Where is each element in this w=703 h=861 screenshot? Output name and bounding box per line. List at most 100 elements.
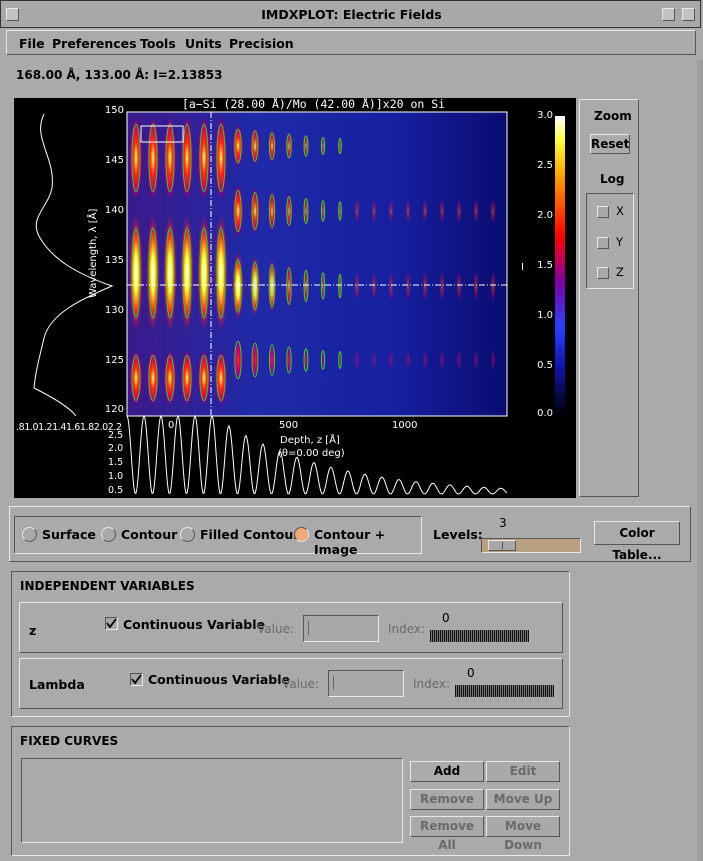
x-axis-sublabel: (θ=0.00 deg)	[278, 448, 345, 459]
intensity-map	[127, 112, 507, 416]
contour-label: Contour	[121, 527, 178, 542]
intensity-lobe	[284, 130, 294, 162]
filled-contour-radio[interactable]	[180, 527, 195, 542]
menu-precision[interactable]: Precision	[229, 36, 294, 51]
levels-slider[interactable]	[481, 538, 581, 553]
index-slider-lambda[interactable]	[455, 685, 554, 697]
intensity-lobe	[284, 191, 294, 231]
menu-tools[interactable]: Tools	[140, 36, 176, 51]
intensity-lobe	[422, 348, 428, 372]
independent-variables-title: INDEPENDENT VARIABLES	[20, 579, 195, 593]
edit-button[interactable]: Edit	[486, 761, 560, 782]
index-label: Index:	[388, 622, 426, 636]
independent-variables-panel: INDEPENDENT VARIABLES z Continuous Varia…	[11, 571, 570, 717]
plot-title: [a−Si (28.00 Å)/Mo (42.00 Å)]x20 on Si	[182, 98, 446, 111]
menu-preferences[interactable]: Preferences	[52, 36, 137, 51]
colorbar-tick: 1.5	[537, 260, 553, 271]
intensity-lobe	[388, 348, 394, 372]
intensity-lobe	[129, 213, 143, 333]
index-value: 0	[442, 611, 450, 625]
intensity-lobe	[473, 270, 479, 302]
checkmark-icon	[106, 618, 117, 629]
intensity-lobe	[197, 348, 211, 408]
intensity-lobe	[284, 261, 294, 311]
log-y-checkbox[interactable]	[597, 237, 609, 249]
menu-units[interactable]: Units	[185, 36, 222, 51]
minimize-button[interactable]	[662, 8, 675, 21]
intensity-lobe	[267, 189, 277, 233]
colorbar-tick: 3.0	[537, 110, 553, 121]
intensity-lobe	[232, 123, 244, 169]
log-x-checkbox[interactable]	[597, 206, 609, 218]
index-slider-z[interactable]	[430, 630, 529, 642]
x-axis-label: Depth, z [Å]	[280, 435, 340, 446]
window-title: IMDXPLOT: Electric Fields	[261, 7, 442, 22]
intensity-lobe	[267, 258, 277, 314]
intensity-lobe	[180, 213, 194, 333]
move-down-button[interactable]: Move Down	[486, 816, 560, 852]
remove-button[interactable]: Remove	[410, 789, 484, 810]
filled-contour-label: Filled Contour	[200, 527, 300, 542]
y-tick-labels: 150 145 140 135 130 125 120	[105, 105, 124, 416]
value-field-lambda[interactable]	[328, 670, 404, 697]
intensity-lobe	[371, 348, 377, 372]
intensity-lobe	[249, 125, 261, 167]
variable-name: z	[29, 623, 37, 638]
plot-canvas[interactable]: [a−Si (28.00 Å)/Mo (42.00 Å)]x20 on Si 1…	[14, 98, 576, 498]
add-button[interactable]: Add	[410, 761, 484, 782]
value-field-z[interactable]	[303, 615, 379, 642]
contour-image-label: Contour + Image	[314, 527, 386, 557]
profile-x-ticks: .81.01.21.41.61.82.02.2	[16, 422, 122, 433]
intensity-lobe	[490, 198, 496, 224]
bottom-y-tick: 1.5	[108, 457, 124, 468]
color-table-button[interactable]: Color Table...	[594, 521, 680, 562]
continuous-checkbox-lambda[interactable]	[130, 673, 143, 686]
intensity-lobe	[405, 198, 411, 224]
bottom-y-tick: 2.5	[108, 430, 124, 441]
menu-bar: File Preferences Tools Units Precision	[6, 30, 696, 55]
reset-button[interactable]: Reset	[590, 134, 630, 154]
levels-slider-thumb[interactable]	[488, 540, 516, 551]
intensity-lobe	[371, 270, 377, 302]
zoom-panel: Zoom Reset Log X Y Z	[579, 99, 639, 497]
intensity-lobe	[439, 348, 445, 372]
move-up-button[interactable]: Move Up	[486, 789, 560, 810]
remove-all-button[interactable]: Remove All	[410, 816, 484, 852]
intensity-lobe	[146, 348, 160, 408]
intensity-lobe	[163, 348, 177, 408]
intensity-lobe	[439, 270, 445, 302]
intensity-lobe	[439, 198, 445, 224]
intensity-lobe	[337, 348, 343, 372]
intensity-lobe	[232, 183, 244, 239]
intensity-lobe	[197, 113, 211, 203]
menu-file[interactable]: File	[19, 36, 45, 51]
intensity-lobe	[302, 265, 310, 307]
colorbar-tick: 0.0	[537, 408, 553, 419]
continuous-checkbox-z[interactable]	[105, 617, 118, 630]
log-z-label: Z	[616, 265, 624, 279]
log-z-checkbox[interactable]	[597, 267, 609, 279]
variable-name: Lambda	[29, 677, 85, 692]
fixed-curves-list[interactable]	[21, 758, 403, 843]
intensity-lobe	[214, 213, 228, 333]
surface-radio[interactable]	[22, 527, 37, 542]
intensity-lobe	[456, 270, 462, 302]
intensity-lobe	[388, 198, 394, 224]
contour-image-radio[interactable]	[294, 527, 309, 542]
intensity-lobe	[302, 345, 310, 375]
intensity-lobe	[354, 348, 360, 372]
window-menu-button[interactable]	[6, 8, 19, 21]
intensity-lobe	[232, 335, 244, 385]
intensity-lobe	[405, 348, 411, 372]
contour-radio[interactable]	[101, 527, 116, 542]
maximize-button[interactable]	[682, 8, 695, 21]
colorbar-tick: 1.0	[537, 310, 553, 321]
intensity-lobe	[232, 251, 244, 321]
index-value: 0	[467, 666, 475, 680]
value-label: Value:	[257, 622, 294, 636]
colorbar-tick: 2.5	[537, 160, 553, 171]
intensity-lobe	[163, 213, 177, 333]
intensity-lobe	[405, 270, 411, 302]
fixed-curves-panel: FIXED CURVES Add Edit Remove Move Up Rem…	[11, 726, 570, 856]
bottom-y-tick: 2.0	[108, 443, 124, 454]
